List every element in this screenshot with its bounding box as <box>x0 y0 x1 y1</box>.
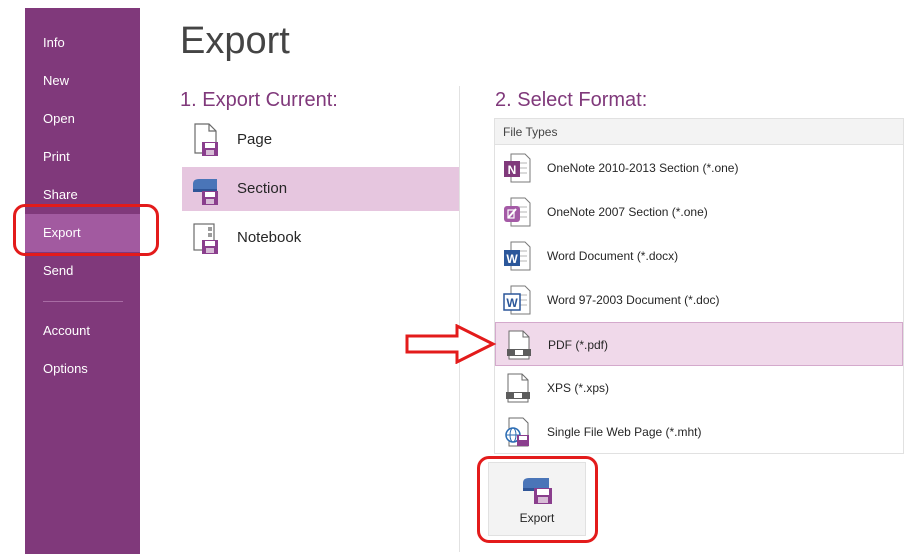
file-type-onenote-2007[interactable]: OneNote 2007 Section (*.one) <box>495 190 903 234</box>
sidebar-item-open[interactable]: Open <box>25 100 140 138</box>
sidebar-item-new[interactable]: New <box>25 62 140 100</box>
export-nav-highlight <box>13 204 159 256</box>
file-type-xps-label: XPS (*.xps) <box>547 381 610 395</box>
export-current-heading: 1. Export Current: <box>180 89 338 111</box>
file-types-list: File Types N OneNote 2010-2013 Section (… <box>494 118 904 454</box>
word-97-icon: W <box>503 285 531 315</box>
file-type-word-docx-label: Word Document (*.docx) <box>547 249 679 263</box>
backstage-sidebar: Info New Open Print Share Export Send Ac… <box>25 8 140 554</box>
select-format-heading: 2. Select Format: <box>495 89 648 111</box>
page-title: Export <box>180 20 290 62</box>
red-arrow-annotation <box>405 324 497 364</box>
sidebar-item-options[interactable]: Options <box>25 350 140 388</box>
pdf-icon <box>507 330 531 360</box>
page-export-icon <box>194 123 218 156</box>
onenote-icon: N <box>504 153 531 183</box>
export-option-page[interactable]: Page <box>182 118 459 162</box>
export-option-section[interactable]: Section <box>182 167 459 211</box>
sidebar-item-info[interactable]: Info <box>25 24 140 62</box>
onenote-2007-icon <box>504 197 531 227</box>
file-type-word-doc[interactable]: W Word 97-2003 Document (*.doc) <box>495 278 903 322</box>
export-option-section-label: Section <box>237 180 288 197</box>
web-page-icon <box>505 417 529 447</box>
export-button-highlight <box>477 456 598 543</box>
file-type-word-doc-label: Word 97-2003 Document (*.doc) <box>547 293 720 307</box>
column-divider <box>459 86 460 552</box>
file-type-mht-label: Single File Web Page (*.mht) <box>547 425 702 439</box>
svg-text:W: W <box>506 252 518 266</box>
notebook-export-icon <box>193 223 218 254</box>
sidebar-item-send[interactable]: Send <box>25 252 140 290</box>
export-option-notebook-label: Notebook <box>237 229 302 246</box>
export-option-notebook[interactable]: Notebook <box>182 216 459 260</box>
sidebar-divider <box>43 301 123 302</box>
sidebar-item-account[interactable]: Account <box>25 312 140 350</box>
svg-text:N: N <box>508 163 517 177</box>
file-types-header: File Types <box>495 119 903 145</box>
svg-text:W: W <box>506 296 518 310</box>
file-type-mht[interactable]: Single File Web Page (*.mht) <box>495 410 903 454</box>
xps-icon <box>506 373 530 403</box>
file-type-xps[interactable]: XPS (*.xps) <box>495 366 903 410</box>
file-type-pdf-label: PDF (*.pdf) <box>548 338 609 352</box>
export-option-page-label: Page <box>237 131 273 148</box>
file-type-onenote-2010[interactable]: N OneNote 2010-2013 Section (*.one) <box>495 146 903 190</box>
section-export-icon <box>193 179 218 205</box>
file-type-pdf[interactable]: PDF (*.pdf) <box>495 322 903 366</box>
file-type-onenote-2010-label: OneNote 2010-2013 Section (*.one) <box>547 161 739 175</box>
file-type-onenote-2007-label: OneNote 2007 Section (*.one) <box>547 205 708 219</box>
file-type-word-docx[interactable]: W Word Document (*.docx) <box>495 234 903 278</box>
word-icon: W <box>504 241 531 271</box>
sidebar-item-print[interactable]: Print <box>25 138 140 176</box>
